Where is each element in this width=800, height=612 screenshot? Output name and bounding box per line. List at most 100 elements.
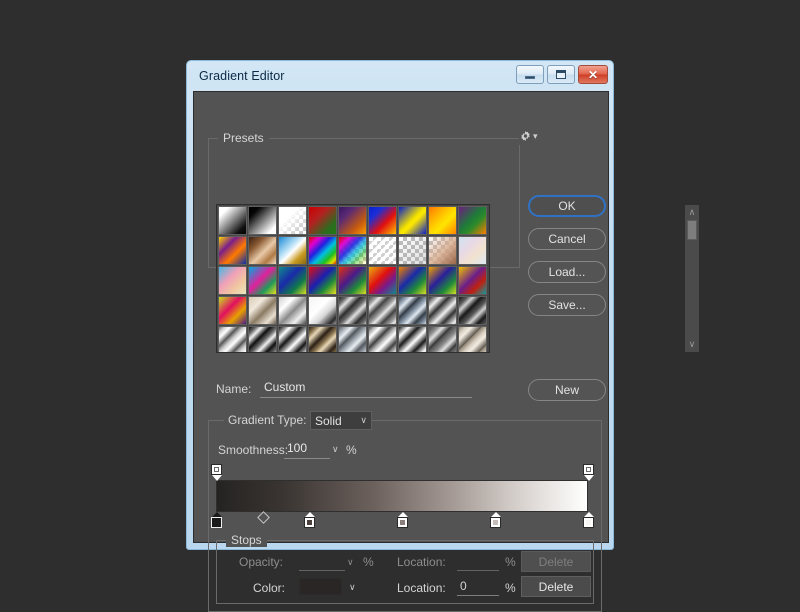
preset-swatch-skin-tone-transparent[interactable] [428,236,457,265]
preset-swatch-orange-violet-yellow[interactable] [338,266,367,295]
color-stop-100[interactable] [583,512,594,528]
preset-swatch-fill [309,327,336,352]
opacity-stop-100[interactable] [583,464,594,481]
preset-swatch-red-to-green[interactable] [308,206,337,235]
opacity-chevron-down-icon: ∨ [347,557,354,567]
preset-swatch-pastel-blue-pink[interactable] [218,266,247,295]
close-button[interactable]: ✕ [578,65,608,84]
preset-swatch-steel-bars[interactable] [368,296,397,325]
preset-swatch-dark-chrome-stripes[interactable] [338,296,367,325]
presets-menu-button[interactable]: ▾ [519,127,541,145]
preset-swatch-fill [399,237,426,264]
preset-swatch-white-to-black[interactable] [218,206,247,235]
ok-button[interactable]: OK [528,195,606,217]
preset-swatch-transparent-rainbow[interactable] [338,236,367,265]
color-chevron-down-icon[interactable]: ∨ [349,582,356,593]
opacity-stop-0[interactable] [211,464,222,481]
preset-swatch-silver-steel[interactable] [278,296,307,325]
preset-swatch-sand-metal[interactable] [248,296,277,325]
maximize-button[interactable] [547,65,575,84]
preset-swatch-fill [369,327,396,352]
preset-swatch-fill [399,297,426,324]
preset-swatch-transparent-gray[interactable] [398,236,427,265]
color-stop-50[interactable] [397,512,408,528]
color-stop-0[interactable] [211,512,222,528]
color-delete-button[interactable]: Delete [521,576,591,597]
preset-swatch-fill [339,237,366,264]
preset-swatch-fill [309,207,336,234]
window-title: Gradient Editor [199,69,285,83]
preset-swatch-orange-blue-green[interactable] [398,266,427,295]
preset-swatch-transparent-stripes[interactable] [368,236,397,265]
preset-swatch-dark-metal[interactable] [458,296,487,325]
preset-swatch-fill [429,297,456,324]
name-input[interactable]: Custom [260,380,472,398]
preset-swatch-fill [369,297,396,324]
preset-swatch-spectrum[interactable] [308,236,337,265]
preset-swatch-bronze-metal[interactable] [308,326,337,352]
preset-swatch-polished-metal[interactable] [428,296,457,325]
preset-swatch-silver-dark[interactable] [278,326,307,352]
preset-swatch-light-chrome[interactable] [368,326,397,352]
color-stop-handle [211,517,222,528]
new-button[interactable]: New [528,379,606,401]
scroll-down-icon[interactable]: ∨ [685,338,699,351]
opacity-unit: % [363,555,374,569]
preset-swatch-red-blue-yellow[interactable] [308,266,337,295]
preset-swatch-fill [279,237,306,264]
preset-swatch-gray-steel[interactable] [338,326,367,352]
preset-swatch-blue-white-gold[interactable] [278,236,307,265]
color-swatch-button[interactable] [299,578,342,595]
preset-swatch-fill [279,327,306,352]
preset-swatch-fill [369,267,396,294]
preset-swatch-gold-violet-teal[interactable] [458,266,487,295]
scroll-up-icon[interactable]: ∧ [685,206,699,219]
smoothness-input[interactable]: 100 [284,441,330,459]
preset-swatch-black-chrome[interactable] [248,326,277,352]
preset-swatch-copper[interactable] [248,236,277,265]
preset-swatch-fill [339,267,366,294]
presets-menu-caret: ▾ [533,130,538,141]
presets-swatch-list[interactable] [216,204,490,353]
preset-swatch-teal-blue-green[interactable] [278,266,307,295]
gradient-type-label: Gradient Type: [224,413,311,427]
color-stop-75[interactable] [490,512,501,528]
opacity-location-unit: % [505,555,516,569]
preset-swatch-pastel-light[interactable] [458,236,487,265]
color-stop-handle [304,517,315,528]
gradient-preview-bar[interactable] [216,480,588,512]
preset-swatch-orange-yellow-orange[interactable] [428,206,457,235]
presets-scrollbar[interactable]: ∧ ∨ [684,204,700,353]
preset-swatch-blue-yellow-blue[interactable] [398,206,427,235]
color-location-unit: % [505,581,516,595]
preset-swatch-cyan-magenta-yellow[interactable] [248,266,277,295]
save-button[interactable]: Save... [528,294,606,316]
preset-swatch-white-to-transparent[interactable] [278,206,307,235]
preset-swatch-blue-steel[interactable] [398,296,427,325]
preset-swatch-lime-magenta-violet[interactable] [218,296,247,325]
preset-swatch-white-chrome[interactable] [308,296,337,325]
preset-swatch-violet-green-orange[interactable] [458,206,487,235]
color-location-input[interactable]: 0 [457,579,499,596]
chevron-down-icon: ∨ [360,415,367,425]
smoothness-chevron-down-icon[interactable]: ∨ [332,444,339,455]
preset-swatch-yellow-red-teal[interactable] [368,266,397,295]
minimize-button[interactable] [516,65,544,84]
preset-swatch-amber-indigo-lime[interactable] [428,266,457,295]
preset-swatch-warm-metal[interactable] [458,326,487,352]
preset-swatch-fill [429,207,456,234]
scrollbar-thumb[interactable] [687,220,697,240]
preset-swatch-fill [279,207,306,234]
preset-swatch-yellow-violet-orange-blue[interactable] [218,236,247,265]
load-button[interactable]: Load... [528,261,606,283]
preset-swatch-violet-to-orange[interactable] [338,206,367,235]
gradient-type-select[interactable]: Solid ∨ [310,411,372,430]
preset-swatch-muted-steel[interactable] [428,326,457,352]
preset-swatch-blue-red-yellow[interactable] [368,206,397,235]
preset-swatch-fill [249,327,276,352]
preset-swatch-chrome-contrast[interactable] [398,326,427,352]
color-stop-25[interactable] [304,512,315,528]
preset-swatch-chrome-light[interactable] [218,326,247,352]
cancel-button[interactable]: Cancel [528,228,606,250]
preset-swatch-black-to-white[interactable] [248,206,277,235]
